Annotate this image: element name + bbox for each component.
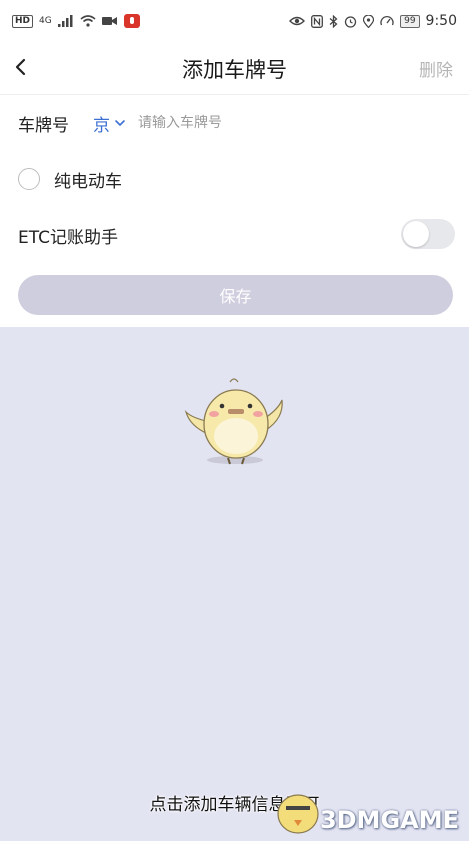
plate-number-input[interactable] bbox=[136, 114, 380, 132]
alarm-icon bbox=[344, 15, 357, 28]
status-bar: HD 4G 99 9:50 bbox=[0, 0, 469, 42]
battery-indicator: 99 bbox=[400, 14, 420, 28]
bluetooth-icon bbox=[329, 14, 338, 28]
status-bar-left: HD 4G bbox=[12, 14, 140, 28]
clock: 9:50 bbox=[425, 13, 457, 29]
toggle-knob bbox=[403, 221, 429, 247]
plate-label: 车牌号 bbox=[18, 115, 69, 136]
page-title: 添加车牌号 bbox=[182, 58, 287, 82]
ev-radio[interactable] bbox=[18, 168, 40, 190]
chevron-down-icon bbox=[115, 120, 125, 127]
etc-label: ETC记账助手 bbox=[18, 227, 118, 248]
navigation-header: 添加车牌号 删除 bbox=[0, 42, 469, 95]
wifi-icon bbox=[80, 15, 96, 27]
ev-row[interactable]: 纯电动车 bbox=[0, 151, 469, 207]
hd-indicator: HD bbox=[12, 14, 34, 28]
province-value: 京 bbox=[93, 115, 110, 136]
video-icon bbox=[101, 17, 117, 25]
watermark-logo: 3DMGAME bbox=[319, 806, 459, 834]
nfc-icon bbox=[311, 14, 324, 28]
etc-row: ETC记账助手 bbox=[0, 207, 469, 263]
microphone-icon bbox=[123, 14, 140, 28]
mascot-illustration bbox=[184, 378, 283, 465]
province-selector[interactable]: 京 bbox=[93, 111, 126, 136]
speed-icon bbox=[380, 15, 394, 25]
etc-toggle[interactable] bbox=[401, 219, 455, 249]
eye-icon bbox=[289, 16, 306, 26]
watermark-mascot-icon bbox=[277, 794, 319, 834]
plate-row: 车牌号 京 bbox=[0, 95, 469, 151]
save-button[interactable]: 保存 bbox=[18, 275, 453, 315]
location-icon bbox=[363, 14, 375, 28]
delete-button[interactable]: 删除 bbox=[419, 56, 453, 81]
status-bar-right: 99 9:50 bbox=[289, 13, 457, 29]
plate-form: 车牌号 京 纯电动车 ETC记账助手 保存 bbox=[0, 95, 469, 327]
network-type: 4G bbox=[39, 16, 52, 26]
signal-icon bbox=[57, 15, 73, 27]
ev-label: 纯电动车 bbox=[54, 171, 122, 192]
